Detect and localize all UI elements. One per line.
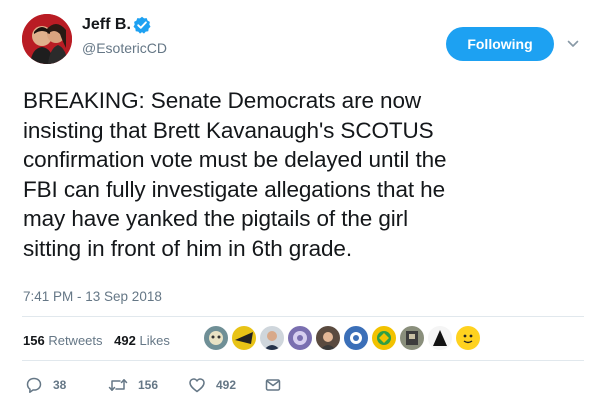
liker-avatar[interactable]	[343, 325, 369, 351]
reply-button[interactable]: 38	[25, 376, 66, 394]
timestamp[interactable]: 7:41 PM - 13 Sep 2018	[23, 289, 162, 304]
envelope-icon	[264, 376, 282, 394]
tweet-card: Jeff B. @EsotericCD Following BREAKING: …	[0, 0, 606, 409]
tweet-text: BREAKING: Senate Democrats are now insis…	[23, 88, 447, 261]
retweet-count: 156	[138, 378, 159, 392]
handle[interactable]: @EsotericCD	[82, 40, 167, 56]
liker-avatar[interactable]	[427, 325, 453, 351]
liker-avatar[interactable]	[231, 325, 257, 351]
retweets-count[interactable]: 156	[23, 333, 45, 348]
liker-avatar[interactable]	[259, 325, 285, 351]
liker-avatar[interactable]	[287, 325, 313, 351]
liker-avatar[interactable]	[203, 325, 229, 351]
verified-badge-icon	[133, 16, 151, 34]
likes-label[interactable]: Likes	[139, 333, 169, 348]
retweet-icon	[108, 376, 128, 394]
heart-icon	[188, 376, 206, 394]
retweet-button[interactable]: 156	[108, 376, 158, 394]
reply-icon	[25, 376, 43, 394]
chevron-down-icon[interactable]	[566, 37, 580, 51]
divider	[22, 316, 584, 317]
reply-count: 38	[53, 378, 67, 392]
liker-avatar[interactable]	[455, 325, 481, 351]
liker-avatar[interactable]	[315, 325, 341, 351]
liker-avatar[interactable]	[371, 325, 397, 351]
retweets-label[interactable]: Retweets	[48, 333, 102, 348]
likes-count[interactable]: 492	[114, 333, 136, 348]
following-button[interactable]: Following	[446, 27, 554, 61]
divider	[22, 360, 584, 361]
avatar[interactable]	[22, 14, 72, 64]
liker-avatar[interactable]	[399, 325, 425, 351]
like-button[interactable]: 492	[188, 376, 236, 394]
like-count: 492	[216, 378, 237, 392]
direct-message-button[interactable]	[264, 376, 282, 394]
display-name[interactable]: Jeff B.	[82, 16, 131, 34]
engagement-stats: 156 Retweets 492 Likes	[23, 333, 170, 348]
